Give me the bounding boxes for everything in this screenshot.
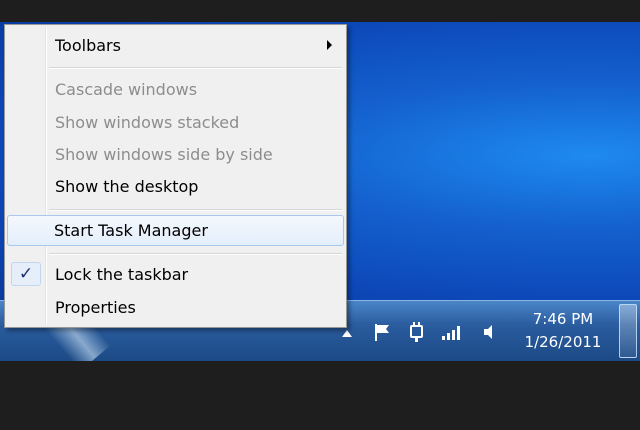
power-plug-icon[interactable]: [405, 322, 427, 342]
menu-item-label: Start Task Manager: [54, 221, 208, 240]
menu-separator: [49, 209, 342, 211]
menu-item-cascade-windows[interactable]: Cascade windows: [7, 74, 344, 104]
menu-item-label: Show the desktop: [55, 176, 199, 196]
menu-item-label: Toolbars: [55, 35, 121, 55]
network-signal-icon[interactable]: [441, 322, 463, 342]
action-center-flag-icon[interactable]: [371, 322, 393, 342]
taskbar-clock[interactable]: 7:46 PM 1/26/2011: [515, 308, 611, 354]
menu-separator: [49, 67, 342, 69]
screen-border: [0, 361, 640, 430]
clock-time: 7:46 PM: [532, 310, 594, 328]
menu-item-lock-the-taskbar[interactable]: ✓ Lock the taskbar: [7, 259, 344, 289]
menu-item-show-windows-stacked[interactable]: Show windows stacked: [7, 107, 344, 137]
menu-separator: [49, 253, 342, 255]
menu-item-show-the-desktop[interactable]: Show the desktop: [7, 171, 344, 201]
menu-item-show-windows-side-by-side[interactable]: Show windows side by side: [7, 139, 344, 169]
menu-item-toolbars[interactable]: Toolbars: [7, 30, 344, 60]
volume-speaker-icon[interactable]: [478, 322, 500, 342]
menu-item-label: Show windows stacked: [55, 112, 240, 132]
menu-item-properties[interactable]: Properties: [7, 292, 344, 322]
menu-item-label: Cascade windows: [55, 79, 198, 99]
menu-item-label: Show windows side by side: [55, 144, 273, 164]
menu-item-label: Lock the taskbar: [55, 264, 189, 284]
submenu-arrow-icon: [327, 40, 332, 50]
taskbar-context-menu: Toolbars Cascade windows Show windows st…: [4, 24, 347, 328]
clock-date: 1/26/2011: [524, 333, 602, 351]
checkmark-icon: ✓: [11, 262, 41, 286]
show-desktop-button[interactable]: [619, 304, 637, 358]
menu-item-start-task-manager[interactable]: Start Task Manager: [7, 215, 344, 246]
menu-item-label: Properties: [55, 297, 136, 317]
